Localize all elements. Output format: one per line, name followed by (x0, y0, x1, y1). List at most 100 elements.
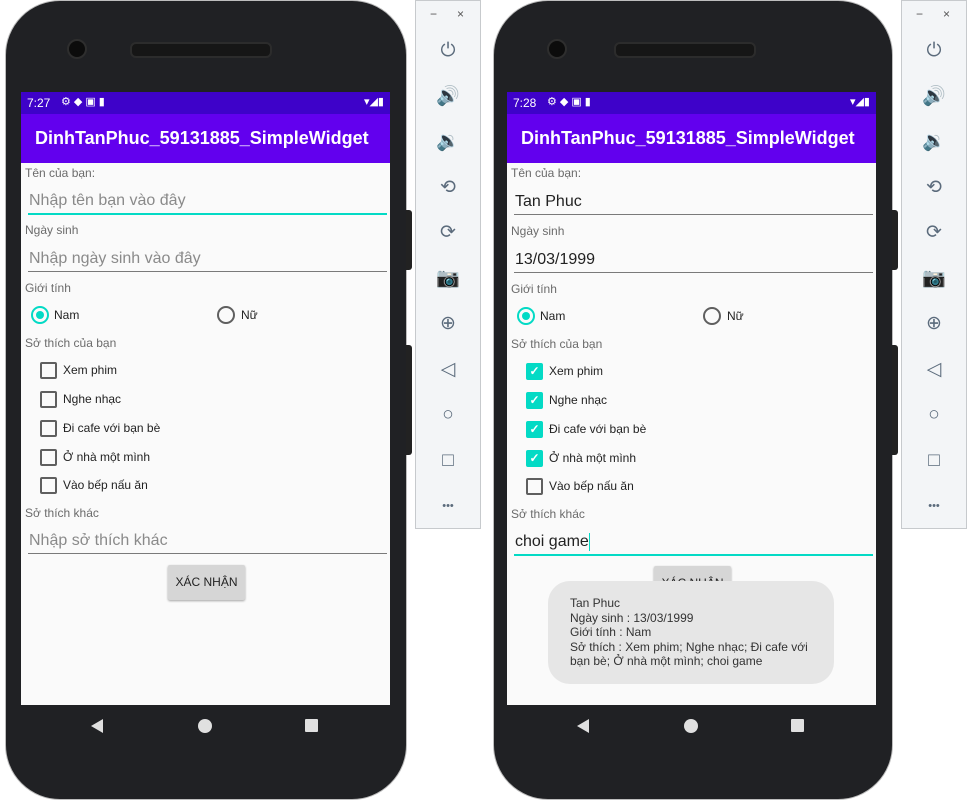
back-icon[interactable]: ◁ (416, 355, 480, 385)
volume-up-icon[interactable]: 🔊 (416, 82, 480, 112)
hobby-label-item[interactable]: Ở nhà một mình (549, 451, 636, 465)
nav-overview-icon[interactable] (305, 719, 318, 732)
hobby-label: Sở thích của bạn (511, 337, 603, 351)
home-icon[interactable]: ○ (902, 400, 966, 430)
notification-icons: ⚙◆▣▮ (547, 96, 594, 108)
radio-nu-label[interactable]: Nữ (727, 309, 744, 323)
rotate-left-icon[interactable]: ⟲ (416, 173, 480, 203)
rotate-left-icon[interactable]: ⟲ (902, 173, 966, 203)
volume-down-icon[interactable]: 🔉 (416, 127, 480, 157)
hobby-label-item[interactable]: Đi cafe với bạn bè (63, 421, 160, 435)
device-screen-2: 7:28 ⚙◆▣▮ ▾◢▮ DinhTanPhuc_59131885_Simpl… (507, 92, 876, 705)
radio-nam-label[interactable]: Nam (54, 308, 79, 322)
hobby-label-item[interactable]: Vào bếp nấu ăn (63, 478, 148, 492)
toast-line: Giới tính : Nam (570, 625, 652, 640)
close-icon[interactable]: × (457, 7, 464, 21)
rotate-right-icon[interactable]: ⟳ (416, 218, 480, 248)
overview-icon[interactable]: □ (902, 446, 966, 476)
name-input[interactable]: Nhập tên bạn vào đây (28, 189, 387, 215)
side-button (892, 210, 898, 270)
emulator-toolbar-1: − × ⏻ 🔊 🔉 ⟲ ⟳ 📷 ⊕ ◁ ○ □ ••• (415, 0, 481, 529)
radio-nu[interactable] (217, 306, 235, 324)
hobby-label-item[interactable]: Xem phim (549, 364, 603, 378)
notification-icons: ⚙◆▣▮ (61, 96, 108, 108)
toast-line: bạn bè; Ở nhà một mình; choi game (570, 654, 763, 669)
radio-nam[interactable] (517, 307, 535, 325)
front-camera (67, 39, 87, 59)
birth-input[interactable]: Nhập ngày sinh vào đây (28, 247, 387, 272)
hobby-label-item[interactable]: Xem phim (63, 363, 117, 377)
birth-input[interactable]: 13/03/1999 (514, 248, 873, 273)
hobby-label: Sở thích của bạn (25, 336, 117, 350)
nav-back-icon[interactable] (91, 719, 103, 733)
zoom-icon[interactable]: ⊕ (416, 309, 480, 339)
birth-label: Ngày sinh (25, 223, 79, 237)
home-icon[interactable]: ○ (416, 400, 480, 430)
gender-label: Giới tính (25, 281, 71, 295)
hobby-checkbox[interactable] (40, 420, 57, 437)
power-icon[interactable]: ⏻ (416, 36, 480, 66)
other-hobby-value: choi game (515, 533, 589, 550)
hobby-checkbox[interactable] (40, 449, 57, 466)
volume-down-icon[interactable]: 🔉 (902, 127, 966, 157)
radio-nu[interactable] (703, 307, 721, 325)
side-button (406, 210, 412, 270)
hobby-checkbox[interactable] (40, 477, 57, 494)
volume-up-icon[interactable]: 🔊 (902, 82, 966, 112)
other-hobby-input[interactable]: choi game (514, 530, 873, 556)
radio-nam[interactable] (31, 306, 49, 324)
hobby-checkbox[interactable] (40, 362, 57, 379)
back-icon[interactable]: ◁ (902, 355, 966, 385)
hobby-checkbox[interactable]: ✓ (526, 392, 543, 409)
nav-bar-2 (507, 705, 876, 745)
hobby-label-item[interactable]: Vào bếp nấu ăn (549, 479, 634, 493)
close-icon[interactable]: × (943, 7, 950, 21)
rotate-right-icon[interactable]: ⟳ (902, 218, 966, 248)
name-input[interactable]: Tan Phuc (514, 190, 873, 215)
radio-nam-label[interactable]: Nam (540, 309, 565, 323)
confirm-button[interactable]: XÁC NHẬN (168, 565, 245, 600)
emulator-toolbar-2: − × ⏻ 🔊 🔉 ⟲ ⟳ 📷 ⊕ ◁ ○ □ ••• (901, 0, 967, 529)
side-button (406, 345, 412, 455)
zoom-icon[interactable]: ⊕ (902, 309, 966, 339)
other-hobby-input[interactable]: Nhập sở thích khác (28, 529, 387, 554)
nav-home-icon[interactable] (684, 719, 698, 733)
radio-nu-label[interactable]: Nữ (241, 308, 258, 322)
overview-icon[interactable]: □ (416, 446, 480, 476)
earpiece-speaker (130, 42, 272, 58)
other-hobby-label: Sở thích khác (511, 507, 585, 521)
hobby-checkbox[interactable]: ✓ (526, 421, 543, 438)
hobby-checkbox[interactable] (40, 391, 57, 408)
hobby-label-item[interactable]: Nghe nhạc (549, 393, 607, 407)
more-icon[interactable]: ••• (902, 491, 966, 521)
nav-home-icon[interactable] (198, 719, 212, 733)
text-caret (588, 532, 590, 551)
camera-icon[interactable]: 📷 (902, 264, 966, 294)
minimize-icon[interactable]: − (430, 7, 437, 21)
hobby-checkbox[interactable] (526, 478, 543, 495)
signal-battery-icon: ▾◢▮ (363, 96, 384, 108)
hobby-checkbox[interactable]: ✓ (526, 450, 543, 467)
birth-label: Ngày sinh (511, 224, 565, 238)
camera-icon[interactable]: 📷 (416, 264, 480, 294)
signal-battery-icon: ▾◢▮ (849, 96, 870, 108)
name-label: Tên của bạn: (511, 166, 582, 180)
hobby-label-item[interactable]: Nghe nhạc (63, 392, 121, 406)
front-camera (547, 39, 567, 59)
power-icon[interactable]: ⏻ (902, 36, 966, 66)
device-screen-1: 7:27 ⚙◆▣▮ ▾◢▮ DinhTanPhuc_59131885_Simpl… (21, 92, 390, 705)
side-button (892, 345, 898, 455)
nav-overview-icon[interactable] (791, 719, 804, 732)
name-label: Tên của bạn: (25, 166, 96, 180)
hobby-label-item[interactable]: Đi cafe với bạn bè (549, 422, 646, 436)
hobby-label-item[interactable]: Ở nhà một mình (63, 450, 150, 464)
earpiece-speaker (614, 42, 756, 58)
minimize-icon[interactable]: − (916, 7, 923, 21)
hobby-checkbox[interactable]: ✓ (526, 363, 543, 380)
gender-label: Giới tính (511, 282, 557, 296)
toast-line: Sở thích : Xem phim; Nghe nhạc; Đi cafe … (570, 639, 808, 654)
status-time: 7:28 (513, 96, 537, 110)
more-icon[interactable]: ••• (416, 491, 480, 521)
toast-line: Tan Phuc (570, 596, 621, 610)
nav-back-icon[interactable] (577, 719, 589, 733)
